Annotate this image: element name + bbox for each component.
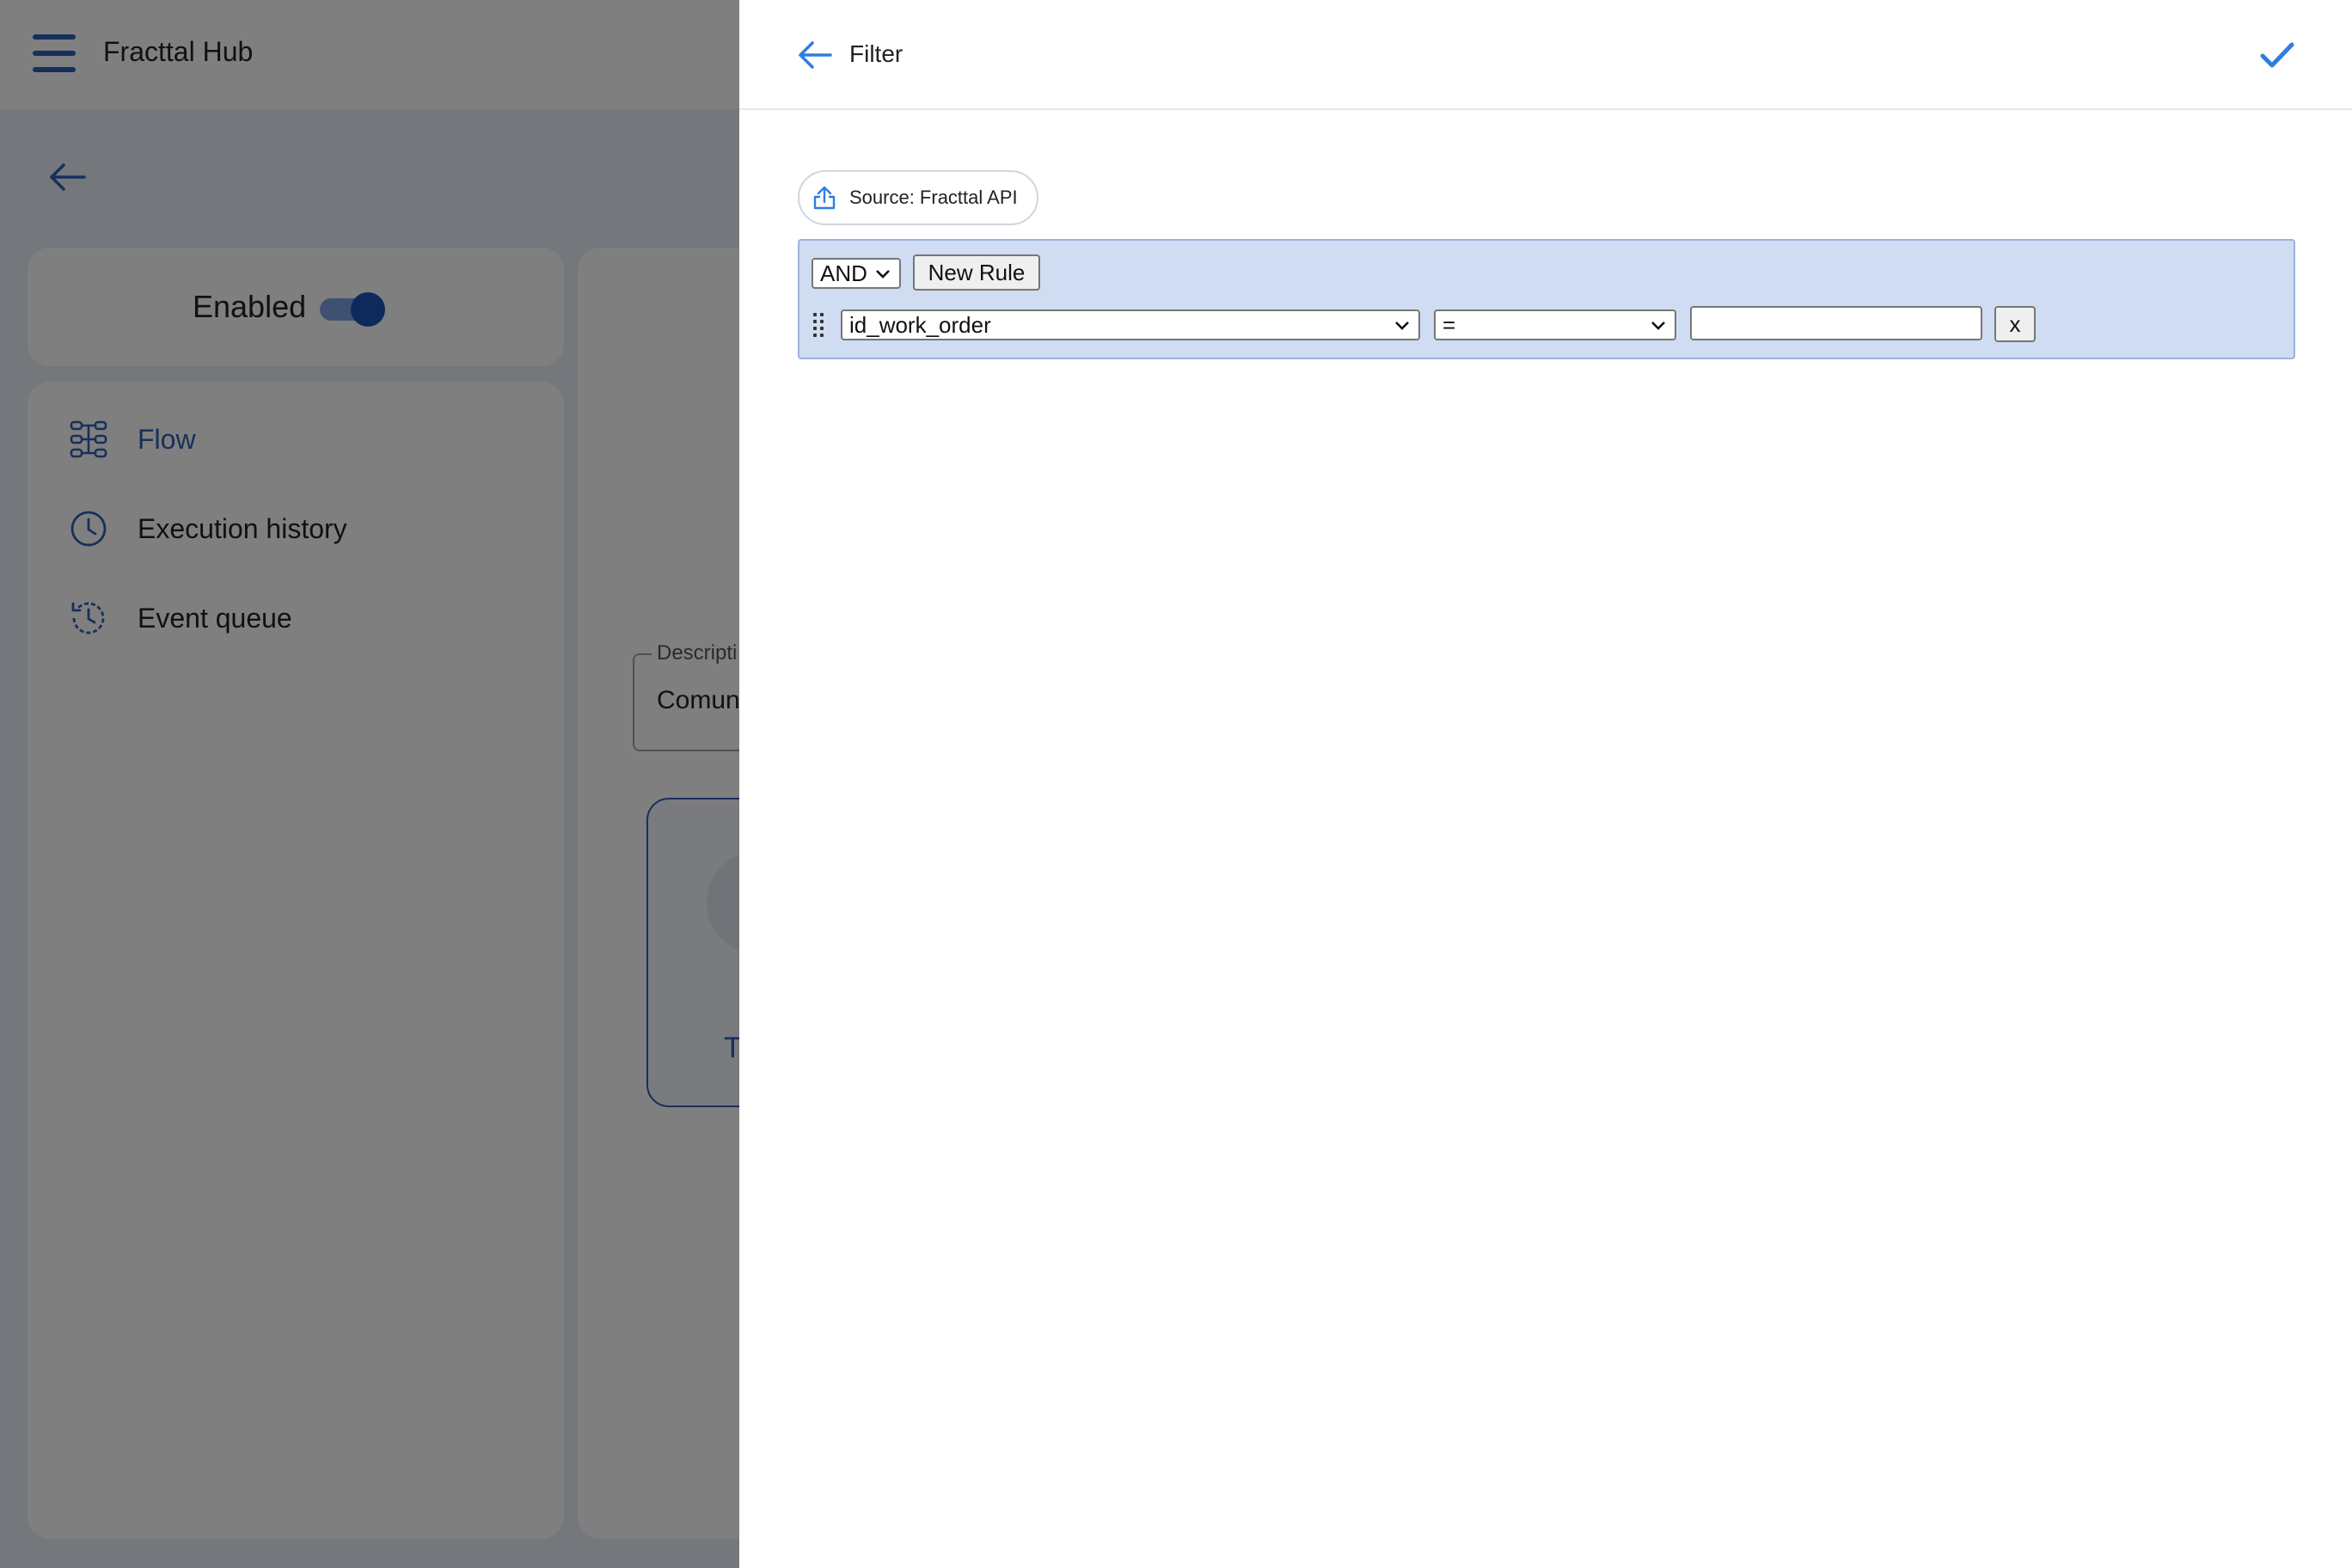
combinator-select[interactable]: AND xyxy=(812,258,901,289)
back-arrow-icon[interactable] xyxy=(796,38,834,72)
filter-panel: Filter Source: Fracttal API AND New Rule… xyxy=(739,0,2352,1568)
rule-group: AND New Rule id_work_order = x xyxy=(798,239,2295,359)
rule-operator-value: = xyxy=(1442,311,1456,338)
rule-value-input[interactable] xyxy=(1690,306,1982,340)
rule-field-select[interactable]: id_work_order xyxy=(841,309,1420,340)
chevron-down-icon xyxy=(876,270,890,279)
rule-field-value: id_work_order xyxy=(849,311,991,338)
modal-scrim[interactable] xyxy=(0,0,739,1568)
source-chip-label: Source: Fracttal API xyxy=(849,187,1018,208)
panel-title: Filter xyxy=(849,40,903,67)
chevron-down-icon xyxy=(1651,322,1665,330)
remove-rule-button[interactable]: x xyxy=(1994,306,2036,342)
panel-header: Filter xyxy=(739,0,2352,110)
chevron-down-icon xyxy=(1395,322,1409,330)
new-rule-button[interactable]: New Rule xyxy=(913,254,1040,291)
combinator-value: AND xyxy=(820,260,867,286)
check-icon[interactable] xyxy=(2257,38,2297,72)
drag-handle-icon[interactable] xyxy=(813,313,827,337)
upload-icon xyxy=(813,186,836,210)
rule-operator-select[interactable]: = xyxy=(1434,309,1676,340)
source-chip[interactable]: Source: Fracttal API xyxy=(798,170,1038,225)
